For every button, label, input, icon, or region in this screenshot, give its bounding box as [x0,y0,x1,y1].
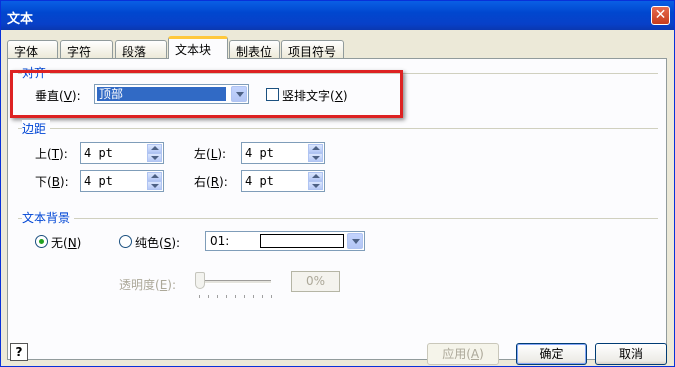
margin-bottom-spinner[interactable]: 4 pt [80,170,164,192]
highlight-box [10,70,403,118]
title-bar[interactable]: 文本 ✕ [1,1,674,30]
margin-top-spinner[interactable]: 4 pt [80,142,164,164]
spin-up-icon[interactable] [147,144,162,153]
spin-down-icon[interactable] [147,181,162,190]
close-button[interactable]: ✕ [651,6,670,25]
tab-bullets[interactable]: 项目符号 [281,40,344,59]
spin-up-icon[interactable] [147,172,162,181]
spin-up-icon[interactable] [308,144,323,153]
margin-bottom-label: 下(B): [35,175,69,189]
margin-right-label: 右(R): [194,175,228,189]
color-swatch [260,234,344,248]
background-color-select[interactable]: 01: [205,231,365,251]
margin-left-value[interactable]: 4 pt [245,146,274,160]
spin-down-icon[interactable] [308,181,323,190]
tab-tabs[interactable]: 制表位 [229,40,280,59]
text-block-panel: 对齐 垂直(V): 顶部 竖排文字(X) 边距 上(T): 4 pt 左(L):… [7,58,667,360]
tab-font[interactable]: 字体 [7,40,58,59]
tab-text-block[interactable]: 文本块 [168,36,228,59]
margin-left-label: 左(L): [194,147,227,161]
margin-bottom-value[interactable]: 4 pt [84,174,113,188]
window-title: 文本 [7,12,34,27]
spin-down-icon[interactable] [308,153,323,162]
ok-button[interactable]: 确定 [516,343,587,365]
margins-group-title: 边距 [22,120,51,137]
transparency-value: 0% [291,271,340,292]
spin-down-icon[interactable] [147,153,162,162]
background-none-label: 无(N) [51,236,82,250]
transparency-label: 透明度(E): [119,278,177,292]
margin-left-spinner[interactable]: 4 pt [241,142,325,164]
text-dialog: 文本 ✕ 字体 字符 段落 文本块 制表位 项目符号 对齐 垂直(V): 顶部 … [0,0,675,367]
transparency-slider-thumb[interactable] [195,272,205,289]
margin-top-label: 上(T): [35,147,68,161]
background-none-radio[interactable] [35,235,48,248]
transparency-ticks [199,295,272,298]
spin-up-icon[interactable] [308,172,323,181]
margin-right-value[interactable]: 4 pt [245,174,274,188]
background-divider [18,218,658,219]
margin-right-spinner[interactable]: 4 pt [241,170,325,192]
transparency-slider-track[interactable] [197,280,271,284]
background-solid-radio[interactable] [119,235,132,248]
tab-character[interactable]: 字符 [60,40,113,59]
close-icon: ✕ [654,7,667,23]
dialog-body: 字体 字符 段落 文本块 制表位 项目符号 对齐 垂直(V): 顶部 竖排文字(… [4,30,671,365]
chevron-down-icon[interactable] [347,233,363,249]
tab-paragraph[interactable]: 段落 [115,40,167,59]
cancel-button[interactable]: 取消 [595,343,667,365]
apply-button[interactable]: 应用(A) [427,343,499,365]
margins-divider [18,128,658,129]
margin-top-value[interactable]: 4 pt [84,146,113,160]
background-color-value: 01: [210,234,230,248]
background-solid-label: 纯色(S): [135,236,181,250]
background-group-title: 文本背景 [22,209,75,226]
help-icon[interactable]: ? [10,343,28,361]
